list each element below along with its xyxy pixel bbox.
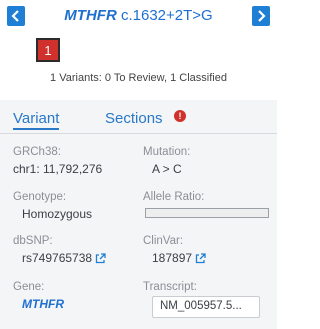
tab-variant[interactable]: Variant: [13, 110, 60, 130]
chevron-right-icon: [258, 10, 266, 22]
clinvar-value: 187897: [152, 251, 193, 265]
tabs-divider: [0, 133, 277, 134]
detail-tabs: Variant Sections: [0, 106, 277, 132]
genotype-value: Homozygous: [22, 207, 93, 221]
allele-ratio-label: Allele Ratio:: [143, 191, 205, 203]
build-value: chr1: 11,792,276: [13, 162, 103, 176]
variant-title: MTHFR c.1632+2T>G: [0, 5, 277, 27]
dbsnp-value: rs749765738: [22, 251, 93, 265]
variant-panel: MTHFR c.1632+2T>G 1 1 Variants: 0 To Rev…: [0, 0, 277, 329]
mutation-value: A > C: [152, 162, 182, 176]
transcript-label: Transcript:: [143, 281, 197, 293]
gene-name: MTHFR: [64, 7, 117, 24]
tab-sections[interactable]: Sections: [105, 110, 163, 127]
dbsnp-link[interactable]: rs749765738: [22, 251, 106, 265]
external-link-icon: [95, 252, 106, 263]
allele-ratio-bar: [145, 208, 269, 218]
build-label: GRCh38:: [13, 146, 61, 158]
clinvar-link[interactable]: 187897: [152, 251, 206, 265]
gene-value[interactable]: MTHFR: [22, 297, 64, 311]
mutation-label: Mutation:: [143, 146, 191, 158]
external-link-icon: [195, 252, 206, 263]
next-variant-button[interactable]: [252, 6, 270, 26]
variant-count-badge[interactable]: 1: [36, 38, 60, 62]
clinvar-label: ClinVar:: [143, 235, 184, 247]
sections-alert-icon: !: [174, 110, 186, 122]
transcript-select[interactable]: NM_005957.5...: [152, 296, 260, 318]
gene-label: Gene:: [13, 281, 45, 293]
genotype-label: Genotype:: [13, 191, 67, 203]
variant-summary: 1 Variants: 0 To Review, 1 Classified: [50, 72, 227, 84]
variant-name: c.1632+2T>G: [120, 7, 213, 24]
dbsnp-label: dbSNP:: [13, 235, 53, 247]
